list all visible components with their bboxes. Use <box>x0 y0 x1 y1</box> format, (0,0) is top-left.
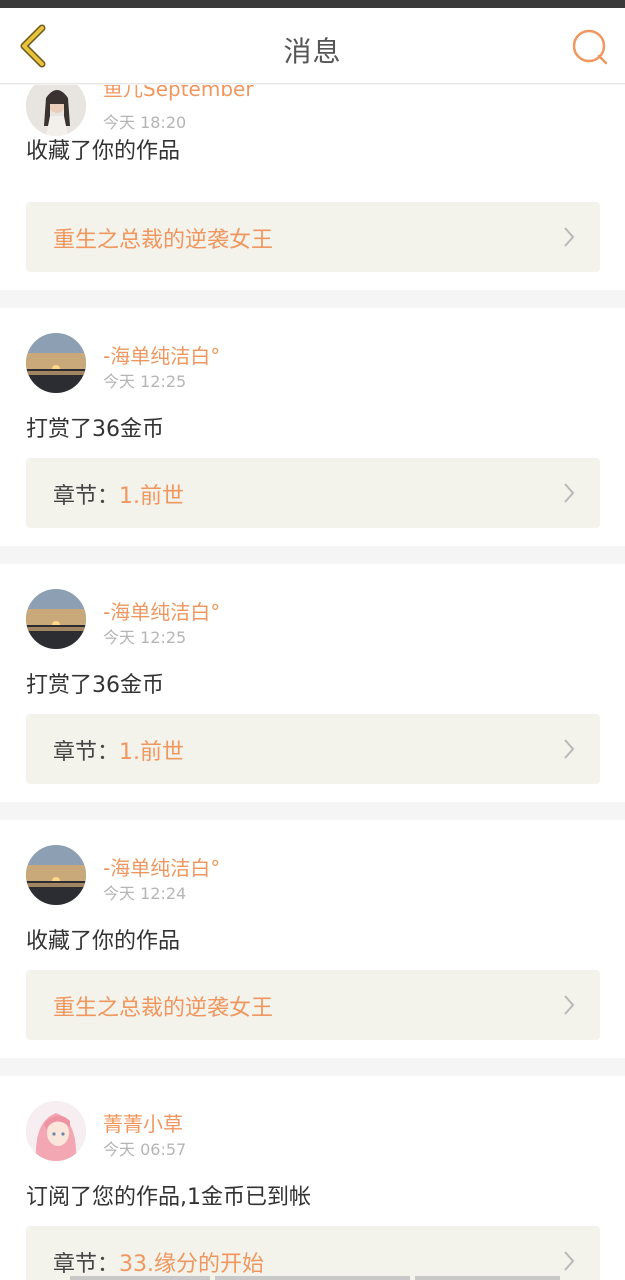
anime-girl-icon <box>26 1101 86 1161</box>
sunset-icon <box>26 845 86 905</box>
username[interactable]: 菁菁小草 <box>103 1108 183 1137</box>
girl-photo-avatar[interactable] <box>26 85 86 136</box>
link-title: 重生之总裁的逆袭女王 <box>53 228 274 253</box>
message-time: 今天 06:57 <box>103 1140 187 1159</box>
link-title: 33.缘分的开始 <box>119 1252 265 1277</box>
sunset-avatar[interactable] <box>26 333 86 393</box>
chevron-right-icon <box>564 227 575 247</box>
message-action: 打赏了36金币 <box>26 673 164 698</box>
page-title: 消息 <box>283 35 342 68</box>
chapter-link[interactable]: 章节：1.前世 <box>26 458 600 528</box>
message-action: 收藏了你的作品 <box>26 929 181 954</box>
link-prefix: 章节： <box>53 484 120 509</box>
work-link[interactable]: 重生之总裁的逆袭女王 <box>26 970 600 1040</box>
chevron-right-icon <box>564 483 575 503</box>
username[interactable]: -海单纯洁白° <box>103 340 220 369</box>
message-action: 收藏了你的作品 <box>26 139 181 164</box>
chapter-link[interactable]: 章节：33.缘分的开始 <box>26 1226 600 1280</box>
link-title: 1.前世 <box>119 484 185 509</box>
message-time: 今天 18:20 <box>103 113 187 132</box>
username[interactable]: -海单纯洁白° <box>103 852 220 881</box>
search-button[interactable] <box>569 26 611 68</box>
bottom-scroll-indicator <box>70 1276 560 1280</box>
girl-photo-icon <box>26 85 86 136</box>
search-icon <box>572 29 608 65</box>
sunset-avatar[interactable] <box>26 845 86 905</box>
message-card: -海单纯洁白° 今天 12:25 打赏了36金币 章节：1.前世 <box>0 564 625 802</box>
message-time: 今天 12:24 <box>103 884 187 903</box>
message-action: 打赏了36金币 <box>26 417 164 442</box>
status-bar <box>0 0 625 8</box>
message-feed[interactable]: 鱼儿September 今天 18:20 收藏了你的作品 重生之总裁的逆袭女王 … <box>0 85 625 1280</box>
username[interactable]: 鱼儿September <box>103 85 254 102</box>
link-title: 1.前世 <box>119 740 185 765</box>
sunset-icon <box>26 589 86 649</box>
chevron-right-icon <box>564 995 575 1015</box>
message-card: -海单纯洁白° 今天 12:24 收藏了你的作品 重生之总裁的逆袭女王 <box>0 820 625 1058</box>
message-card: 菁菁小草 今天 06:57 订阅了您的作品,1金币已到帐 章节：33.缘分的开始 <box>0 1076 625 1280</box>
message-time: 今天 12:25 <box>103 372 187 391</box>
sunset-icon <box>26 333 86 393</box>
username[interactable]: -海单纯洁白° <box>103 596 220 625</box>
message-card: -海单纯洁白° 今天 12:25 打赏了36金币 章节：1.前世 <box>0 308 625 546</box>
link-prefix: 章节： <box>53 1252 120 1277</box>
message-action: 订阅了您的作品,1金币已到帐 <box>26 1185 311 1210</box>
chevron-right-icon <box>564 739 575 759</box>
sunset-avatar[interactable] <box>26 589 86 649</box>
message-time: 今天 12:25 <box>103 628 187 647</box>
nav-bar: 消息 <box>0 8 625 84</box>
message-card: 鱼儿September 今天 18:20 收藏了你的作品 重生之总裁的逆袭女王 <box>0 85 625 290</box>
chapter-link[interactable]: 章节：1.前世 <box>26 714 600 784</box>
link-title: 重生之总裁的逆袭女王 <box>53 996 274 1021</box>
link-prefix: 章节： <box>53 740 120 765</box>
chevron-right-icon <box>564 1251 575 1271</box>
work-link[interactable]: 重生之总裁的逆袭女王 <box>26 202 600 272</box>
anime-girl-avatar[interactable] <box>26 1101 86 1161</box>
